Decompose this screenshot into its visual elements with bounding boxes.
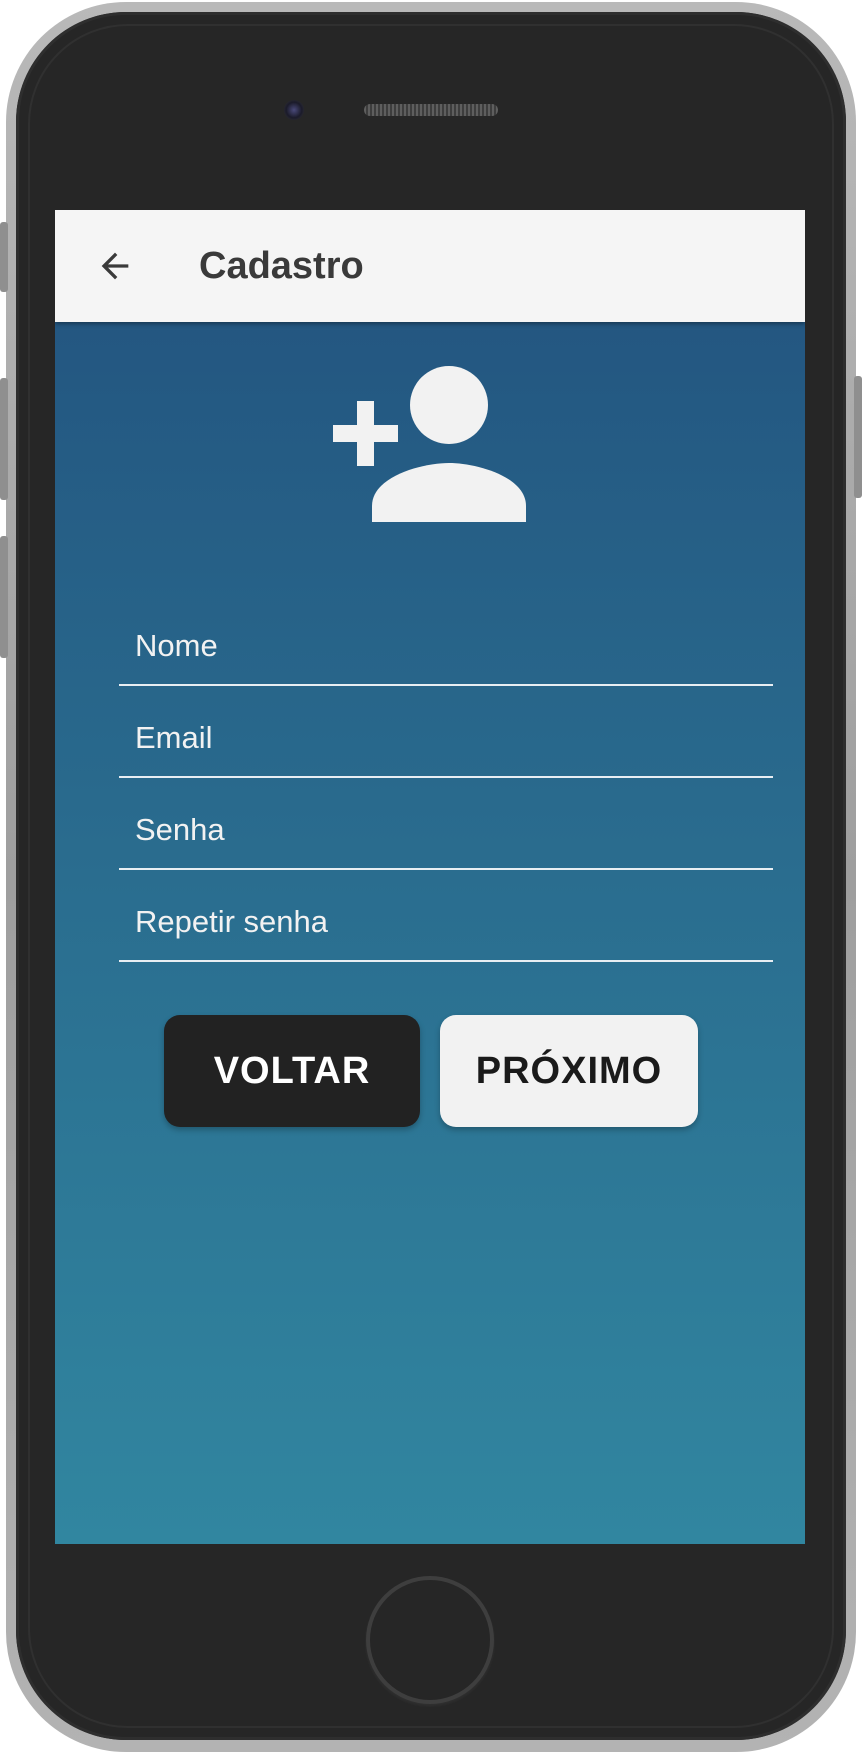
repeat-password-field	[119, 882, 773, 962]
phone-volume-up	[0, 378, 8, 500]
email-input[interactable]	[135, 716, 755, 760]
phone-power-button	[854, 376, 862, 498]
name-field	[119, 606, 773, 686]
password-field	[119, 790, 773, 870]
earpiece-speaker	[364, 104, 498, 116]
email-field	[119, 698, 773, 778]
app-screen: Cadastro VOLTAR PRÓXIMO	[55, 210, 805, 1544]
page-title: Cadastro	[199, 245, 364, 287]
home-button[interactable]	[366, 1576, 494, 1704]
app-bar: Cadastro	[55, 210, 805, 322]
person-add-icon	[333, 366, 526, 522]
password-input[interactable]	[135, 808, 755, 852]
phone-volume-down	[0, 536, 8, 658]
phone-mute-switch	[0, 222, 8, 292]
front-camera	[284, 100, 304, 120]
next-button[interactable]: PRÓXIMO	[440, 1015, 698, 1127]
back-button[interactable]	[93, 244, 137, 288]
name-input[interactable]	[135, 624, 755, 668]
repeat-password-input[interactable]	[135, 900, 755, 944]
back-nav-button[interactable]: VOLTAR	[164, 1015, 420, 1127]
arrow-left-icon	[101, 252, 129, 280]
